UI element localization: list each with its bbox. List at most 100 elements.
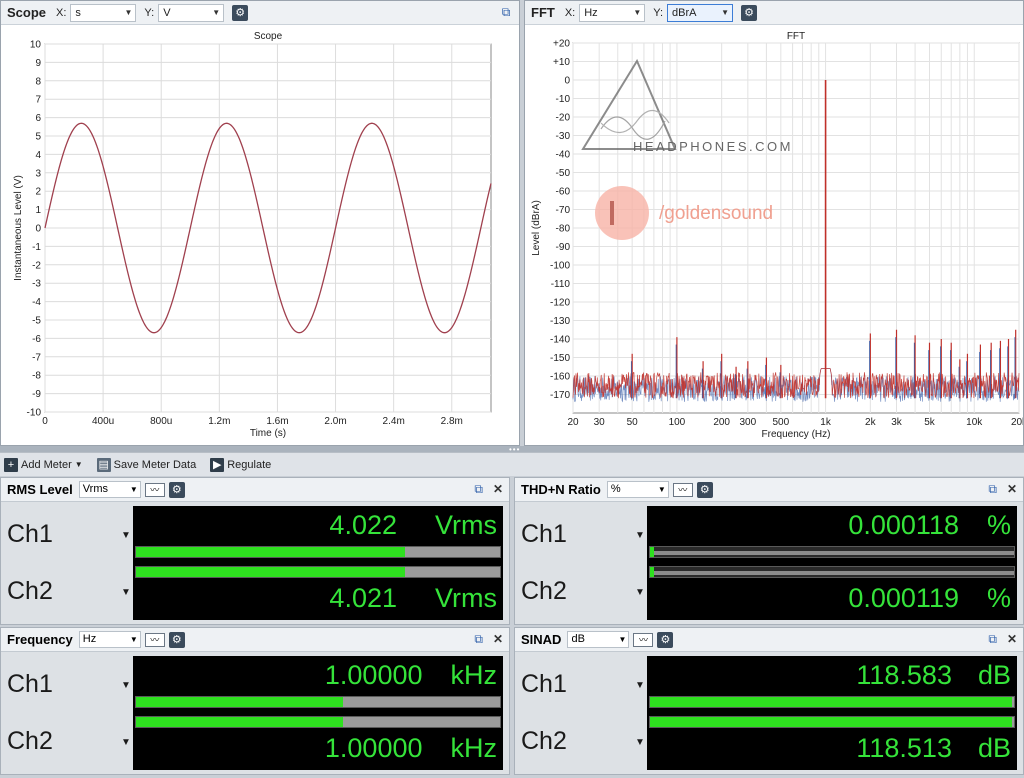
- regulate-label: Regulate: [227, 458, 272, 471]
- sinad-ch1-unit: dB: [977, 660, 1011, 690]
- fft-y-tick-label: -50: [556, 168, 571, 179]
- gear-icon[interactable]: ⚙: [232, 4, 249, 21]
- chevron-down-icon: ▼: [633, 7, 642, 17]
- graph-icon[interactable]: 〰: [144, 632, 165, 647]
- fft-x-label: X:: [564, 6, 576, 19]
- scope-y-tick-label: -4: [32, 297, 41, 308]
- rms-ch2-bar: [135, 566, 501, 578]
- headphones-brand-text: HEADPHONES.COM: [633, 139, 793, 154]
- fft-x-unit-select[interactable]: Hz ▼: [579, 3, 646, 22]
- scope-y-tick-label: 9: [35, 58, 41, 69]
- rms-level-meter: RMS Level Vrms ▼ 〰 ⚙ ⧉ ✕ Ch1 ▼ Ch2 ▼ 4.022…: [0, 477, 510, 625]
- freq-ch2-bar-fill: [136, 717, 344, 727]
- fft-chart: FFT +20 +10 0 -10 -20 -30 -40 -50 -60 -70 -80 -90 -10…: [531, 31, 1023, 440]
- ch1-dropdown-icon[interactable]: ▼: [121, 680, 131, 691]
- chevron-down-icon: ▼: [124, 7, 133, 17]
- save-meter-data-button[interactable]: ▤ Save Meter Data: [96, 457, 196, 472]
- gear-icon[interactable]: ⚙: [168, 481, 185, 498]
- scope-y-tick-label: -3: [32, 279, 41, 290]
- ch1-dropdown-icon[interactable]: ▼: [635, 530, 645, 541]
- fft-header: FFT X: Hz ▼ Y: dBrA ▼ ⚙: [525, 1, 1023, 25]
- scope-x-unit-select[interactable]: s ▼: [70, 3, 137, 22]
- popout-icon[interactable]: ⧉: [499, 5, 513, 19]
- graph-icon[interactable]: 〰: [672, 482, 693, 497]
- fft-y-tick-label: -110: [551, 279, 571, 290]
- add-meter-button[interactable]: + Add Meter ▼: [4, 457, 83, 472]
- thdn-ch1-value: 0.000118%: [848, 510, 1011, 541]
- fft-y-tick-label: +10: [553, 57, 570, 68]
- scope-y-tick-label: 0: [35, 224, 41, 235]
- plus-icon: +: [4, 457, 18, 472]
- rms-ch1-number: 4.022: [329, 510, 397, 540]
- close-icon[interactable]: ✕: [1007, 482, 1017, 496]
- ch2-dropdown-icon[interactable]: ▼: [635, 587, 645, 598]
- freq-ch2-value: 1.00000 kHz: [325, 733, 497, 764]
- close-icon[interactable]: ✕: [1007, 632, 1017, 646]
- fft-x-tick-label: 10k: [966, 417, 983, 428]
- scope-x-tick-label: 400u: [92, 416, 114, 427]
- sinad-ch2-value: 118.513 dB: [856, 733, 1011, 764]
- freq-ch1-bar-fill: [136, 697, 344, 707]
- gear-icon[interactable]: ⚙: [657, 631, 674, 648]
- save-icon: ▤: [96, 457, 111, 472]
- graph-icon[interactable]: 〰: [144, 482, 165, 497]
- freq-ch1-number: 1.00000: [324, 660, 423, 690]
- scope-x-tick-label: 2.4m: [383, 416, 405, 427]
- scope-y-tick-label: 5: [35, 132, 41, 143]
- close-icon[interactable]: ✕: [493, 632, 503, 646]
- scope-y-label: Y:: [144, 6, 155, 19]
- ch1-dropdown-icon[interactable]: ▼: [121, 530, 131, 541]
- popout-icon[interactable]: ⧉: [474, 632, 483, 646]
- ch2-dropdown-icon[interactable]: ▼: [121, 587, 131, 598]
- fft-chart-title: FFT: [787, 31, 805, 42]
- ch1-label: Ch1: [7, 670, 53, 698]
- gear-icon[interactable]: ⚙: [696, 481, 713, 498]
- thdn-ch1-number: 0.000118: [848, 510, 959, 540]
- fft-x-tick-label: 2k: [865, 417, 877, 428]
- fft-x-unit: Hz: [584, 6, 598, 19]
- gear-icon[interactable]: ⚙: [168, 631, 185, 648]
- thdn-ch2-bar-track: [650, 571, 1014, 575]
- fft-y-tick-label: -160: [550, 372, 570, 383]
- fft-y-unit-select[interactable]: dBrA ▼: [667, 3, 734, 22]
- fft-y-tick-label: -100: [550, 261, 570, 272]
- freq-unit-select[interactable]: Hz ▼: [78, 631, 141, 648]
- graph-icon[interactable]: 〰: [633, 632, 654, 647]
- scope-y-tick-label: -9: [32, 389, 41, 400]
- scope-x-axis-label: Time (s): [250, 428, 286, 439]
- scope-y-unit-select[interactable]: V ▼: [158, 3, 225, 22]
- fft-y-tick-label: -40: [556, 150, 571, 161]
- thdn-display: 0.000118% 0.000119%: [647, 506, 1017, 620]
- scope-y-tick-label: 7: [35, 95, 41, 106]
- fft-y-tick-label: -10: [556, 94, 571, 105]
- ch1-dropdown-icon[interactable]: ▼: [635, 680, 645, 691]
- fft-title: FFT: [531, 5, 555, 20]
- fft-x-tick-label: 20k: [1011, 417, 1023, 428]
- chevron-down-icon: ▼: [129, 485, 138, 494]
- ch2-dropdown-icon[interactable]: ▼: [121, 737, 131, 748]
- sinad-unit-select[interactable]: dB ▼: [567, 631, 630, 648]
- fft-x-tick-label: 20: [567, 417, 579, 428]
- popout-icon[interactable]: ⧉: [988, 632, 997, 646]
- scope-x-label: X:: [56, 6, 67, 19]
- chevron-down-icon: ▼: [74, 460, 83, 469]
- regulate-button[interactable]: ▶ Regulate: [210, 457, 272, 472]
- fft-x-tick-label: 100: [669, 417, 686, 428]
- ch1-label: Ch1: [7, 520, 53, 548]
- thdn-ch1-unit: %: [986, 510, 1011, 540]
- thdn-ch2-number: 0.000119: [848, 583, 959, 613]
- popout-icon[interactable]: ⧉: [474, 482, 483, 496]
- fft-x-tick-label: 30: [594, 417, 606, 428]
- ch2-label: Ch2: [521, 727, 567, 755]
- add-meter-label: Add Meter: [21, 458, 72, 471]
- gear-icon[interactable]: ⚙: [741, 4, 758, 21]
- fft-x-axis-label: Frequency (Hz): [762, 429, 831, 440]
- chevron-down-icon: ▼: [657, 485, 666, 494]
- thdn-unit-select[interactable]: % ▼: [606, 481, 669, 498]
- fft-y-tick-label: -30: [556, 131, 571, 142]
- rms-unit-select[interactable]: Vrms ▼: [78, 481, 141, 498]
- sinad-ch2-bar-fill: [650, 717, 1013, 727]
- popout-icon[interactable]: ⧉: [988, 482, 997, 496]
- ch2-dropdown-icon[interactable]: ▼: [635, 737, 645, 748]
- close-icon[interactable]: ✕: [493, 482, 503, 496]
